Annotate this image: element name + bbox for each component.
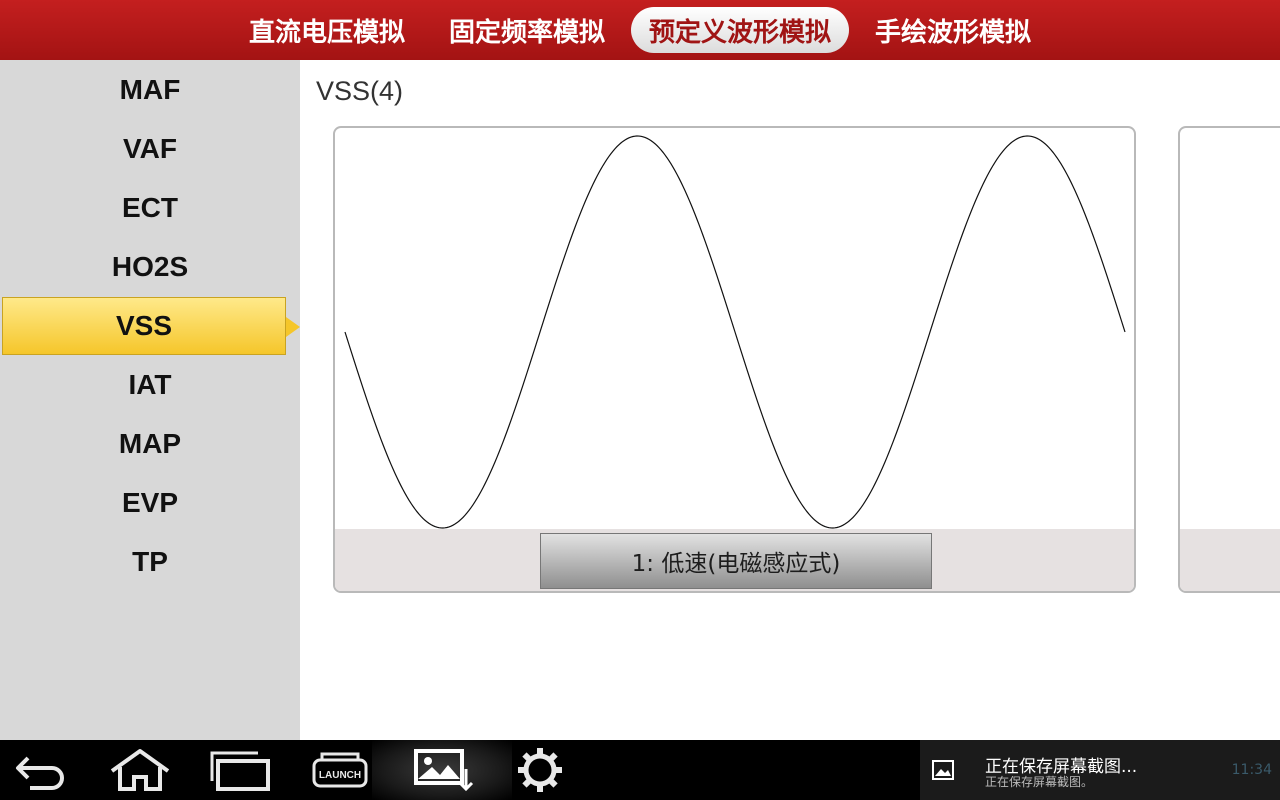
notification-subtitle: 正在保存屏幕截图。 [985,775,1094,789]
waveform-card-next[interactable] [1178,126,1280,593]
sidebar-item-vaf[interactable]: VAF [0,120,300,178]
launch-icon[interactable]: LAUNCH [300,740,380,800]
svg-text:LAUNCH: LAUNCH [319,770,361,781]
sidebar-item-maf[interactable]: MAF [0,61,300,119]
image-icon [932,760,954,780]
settings-icon[interactable] [500,740,580,800]
waveform-preview [344,135,1126,529]
mode-tab-bar: 直流电压模拟 固定频率模拟 预定义波形模拟 手绘波形模拟 [0,0,1280,60]
select-waveform-button[interactable]: 1: 低速(电磁感应式) [540,533,932,589]
sidebar-item-iat[interactable]: IAT [0,356,300,414]
status-clock: 11:34 [1231,762,1272,778]
sidebar-item-map[interactable]: MAP [0,415,300,473]
sine-wave-line [344,135,1126,529]
sensor-sidebar: MAF VAF ECT HO2S VSS IAT MAP EVP TP [0,60,300,740]
recent-apps-icon[interactable] [200,740,280,800]
sidebar-item-ect[interactable]: ECT [0,179,300,237]
back-icon[interactable] [0,740,80,800]
tab-predefined-waveform[interactable]: 预定义波形模拟 [631,7,850,53]
tab-dc-voltage[interactable]: 直流电压模拟 [231,7,423,53]
notification-area[interactable]: 正在保存屏幕截图... 正在保存屏幕截图。 11:34 [920,740,1280,800]
sidebar-item-tp[interactable]: TP [0,533,300,591]
waveform-group-title: VSS(4) [316,76,404,106]
card-footer [1180,529,1280,591]
waveform-card[interactable]: 1: 低速(电磁感应式) [333,126,1136,593]
app-window: 直流电压模拟 固定频率模拟 预定义波形模拟 手绘波形模拟 MAF VAF ECT… [0,0,1280,800]
sidebar-item-vss[interactable]: VSS [2,297,300,355]
sidebar-item-ho2s[interactable]: HO2S [0,238,300,296]
sidebar-item-evp[interactable]: EVP [0,474,300,532]
home-icon[interactable] [100,740,180,800]
tab-fixed-frequency[interactable]: 固定频率模拟 [431,7,623,53]
tab-hand-drawn-waveform[interactable]: 手绘波形模拟 [857,7,1049,53]
screenshot-icon[interactable] [402,740,482,800]
